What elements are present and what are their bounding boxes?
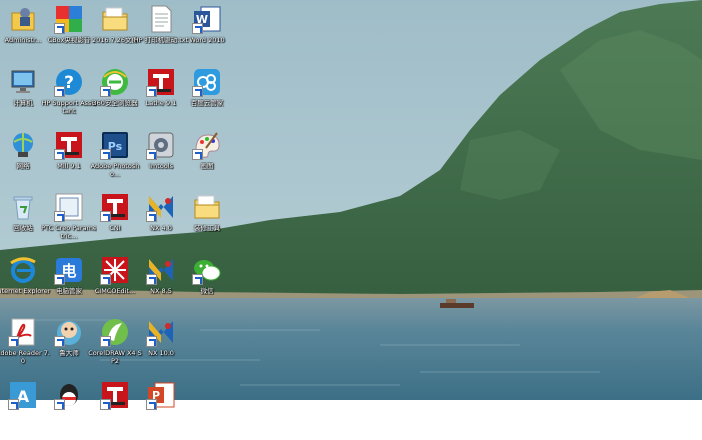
desktop-icon-label: 微信 [200,287,214,295]
shortcut-arrow-icon [100,86,111,97]
folder-icon [192,192,222,222]
desktop-icon-label: Word 2010 [189,36,225,44]
desktop-icon[interactable]: W Word 2010 [184,2,230,64]
desktop-icon[interactable]: CIMCOEdit... [92,253,138,315]
desktop-icon[interactable]: Lathe 9.1 [138,65,184,127]
desktop-icon[interactable]: 360安全浏览器 [92,65,138,127]
shortcut-arrow-icon [192,86,203,97]
desktop-icon[interactable]: 网络 [0,128,46,190]
shortcut-arrow-icon [54,336,65,347]
powerpoint-icon: P [146,380,176,410]
shortcut-arrow-icon [100,149,111,160]
shortcut-arrow-icon [146,274,157,285]
shortcut-arrow-icon [146,336,157,347]
shortcut-arrow-icon [146,149,157,160]
coreldraw-icon [100,317,130,347]
desktop-icon[interactable]: CBox央视影音 [46,2,92,64]
desktop-icon-label: 画图 [200,162,214,170]
app-partial-icon: A [8,380,38,410]
shortcut-arrow-icon [54,399,65,410]
computer-icon [8,67,38,97]
paint-icon [192,130,222,160]
desktop-icon[interactable]: NX 8.5 [138,253,184,315]
shortcut-arrow-icon [100,399,111,410]
desktop-icon[interactable]: Imtools [138,128,184,190]
desktop-icon[interactable]: CNI [92,190,138,252]
text-file-icon [146,4,176,34]
desktop-icon[interactable]: 鲁大师 [46,315,92,377]
nx-app-icon [146,255,176,285]
shortcut-arrow-icon [54,149,65,160]
shortcut-arrow-icon [8,399,19,410]
desktop-icon[interactable]: CorelDRAW X4 SP2 [88,315,142,377]
shortcut-arrow-icon [146,211,157,222]
desktop-icon[interactable] [46,378,92,440]
desktop-icon[interactable]: Administr... [0,2,46,64]
svg-text:?: ? [64,73,74,93]
recycle-bin-icon [8,192,38,222]
nx-app-icon [146,192,176,222]
desktop-icon[interactable]: Internet Explorer [0,253,50,315]
qq-icon [54,380,84,410]
cloud-app-icon [192,67,222,97]
desktop-icon-grid: Administr... CBox央视影音 2016.7.26文件 HP 打印机驱动.… [0,0,702,410]
desktop-icon[interactable]: Ps Adobe Photosho... [91,128,139,190]
desktop-icon-label: 装修工具 [194,224,220,232]
photoshop-icon: Ps [100,130,130,160]
desktop-icon[interactable]: HP 打印机驱动.txt [134,2,188,64]
cbox-app-icon [54,4,84,34]
desktop-icon[interactable]: NX 10.0 [138,315,184,377]
creo-app-icon [54,192,84,222]
desktop-icon[interactable]: 百度云管家 [184,65,230,127]
shortcut-arrow-icon [8,336,19,347]
desktop-icon[interactable]: 微信 [184,253,230,315]
desktop-icon-label: NX 10.0 [148,349,174,357]
mill-app-icon [54,130,84,160]
desktop-icon[interactable]: 画图 [184,128,230,190]
help-icon: ? [54,67,84,97]
shortcut-arrow-icon [100,274,111,285]
desktop-icon[interactable]: 装修工具 [184,190,230,252]
shortcut-arrow-icon [54,274,65,285]
shortcut-arrow-icon [54,23,65,34]
desktop-icon[interactable]: PTC Creo Parametric... [41,190,97,252]
desktop-icon[interactable]: 2016.7.26文件 [92,2,138,64]
cimco-app-icon [100,255,130,285]
desktop-icon[interactable]: ? HP Support Assistant [41,65,97,127]
wechat-icon [192,255,222,285]
shortcut-arrow-icon [146,399,157,410]
cni-app-icon [100,192,130,222]
nx-app-icon [146,317,176,347]
user-folder-icon [8,4,38,34]
ludashi-icon [54,317,84,347]
shortcut-arrow-icon [192,149,203,160]
desktop-icon[interactable]: NX 4.0 [138,190,184,252]
desktop-icon[interactable]: 回收站 [0,190,46,252]
folder-icon [100,4,130,34]
shortcut-arrow-icon [146,86,157,97]
desktop-icon[interactable] [92,378,138,440]
desktop-icon[interactable]: Adobe Reader 7.0 [0,315,50,377]
imtools-icon [146,130,176,160]
lathe-app-icon [146,67,176,97]
shortcut-arrow-icon [54,211,65,222]
ie-icon [8,255,38,285]
shortcut-arrow-icon [192,274,203,285]
pc-manager-icon: 电 [54,255,84,285]
cni-app-icon [100,380,130,410]
desktop-icon-label: 百度云管家 [190,99,224,107]
shortcut-arrow-icon [100,336,111,347]
desktop-icon[interactable]: 电电脑管家 [46,253,92,315]
desktop-icon[interactable]: A [0,378,46,440]
browser-360-icon [100,67,130,97]
network-icon [8,130,38,160]
shortcut-arrow-icon [100,211,111,222]
acrobat-icon [8,317,38,347]
shortcut-arrow-icon [54,86,65,97]
word-icon: W [192,4,222,34]
shortcut-arrow-icon [192,23,203,34]
desktop-icon[interactable]: 计算机 [0,65,46,127]
desktop-icon[interactable]: P [138,378,184,440]
desktop-icon[interactable]: Mill 9.1 [46,128,92,190]
